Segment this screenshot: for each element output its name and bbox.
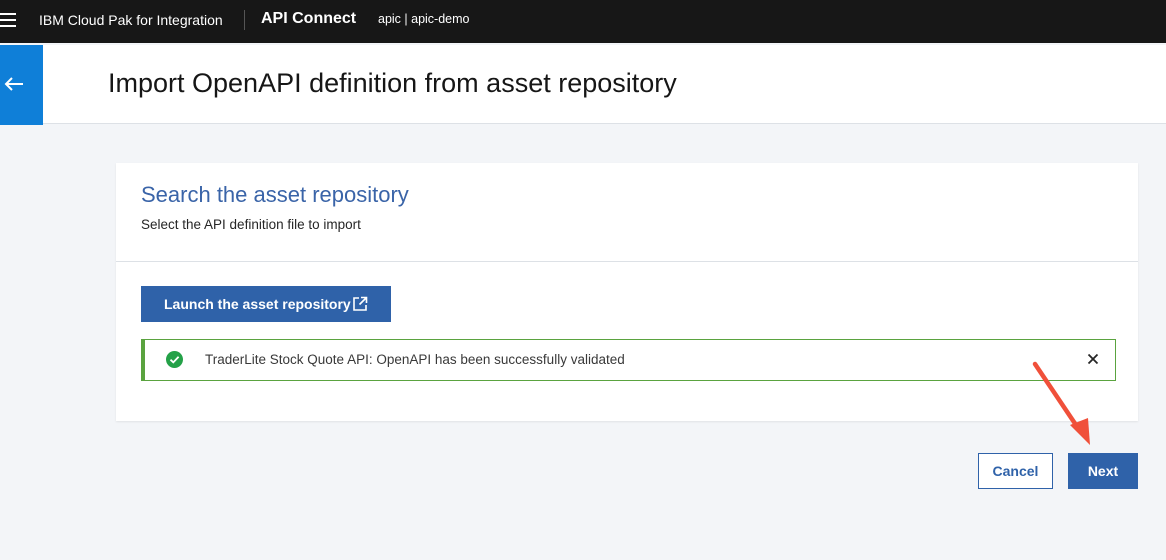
card-title: Search the asset repository [141,182,409,207]
card-divider [116,261,1138,262]
product-name[interactable]: API Connect [261,10,356,28]
page-title: Import OpenAPI definition from asset rep… [108,68,677,98]
annotation-arrow [1032,361,1090,445]
context-label: apic | apic-demo [378,12,470,26]
next-button[interactable]: Next [1068,453,1138,489]
launch-button-label: Launch the asset repository [164,296,351,312]
asset-repository-card: Search the asset repository Select the A… [116,163,1138,421]
notification-message: TraderLite Stock Quote API: OpenAPI has … [205,352,625,367]
card-subtitle: Select the API definition file to import [141,217,361,232]
back-button[interactable] [0,45,43,125]
arrow-left-icon [4,77,23,91]
launch-asset-repository-button[interactable]: Launch the asset repository [141,286,391,322]
topbar-divider [244,10,245,30]
external-link-icon [353,296,368,311]
platform-name[interactable]: IBM Cloud Pak for Integration [39,12,223,28]
checkmark-filled-icon [166,351,183,368]
top-navigation-bar: IBM Cloud Pak for Integration API Connec… [0,0,1166,43]
page-header: Import OpenAPI definition from asset rep… [0,45,1166,125]
cancel-button[interactable]: Cancel [978,453,1053,489]
hamburger-menu-icon[interactable] [0,12,18,28]
success-notification: TraderLite Stock Quote API: OpenAPI has … [141,339,1116,381]
